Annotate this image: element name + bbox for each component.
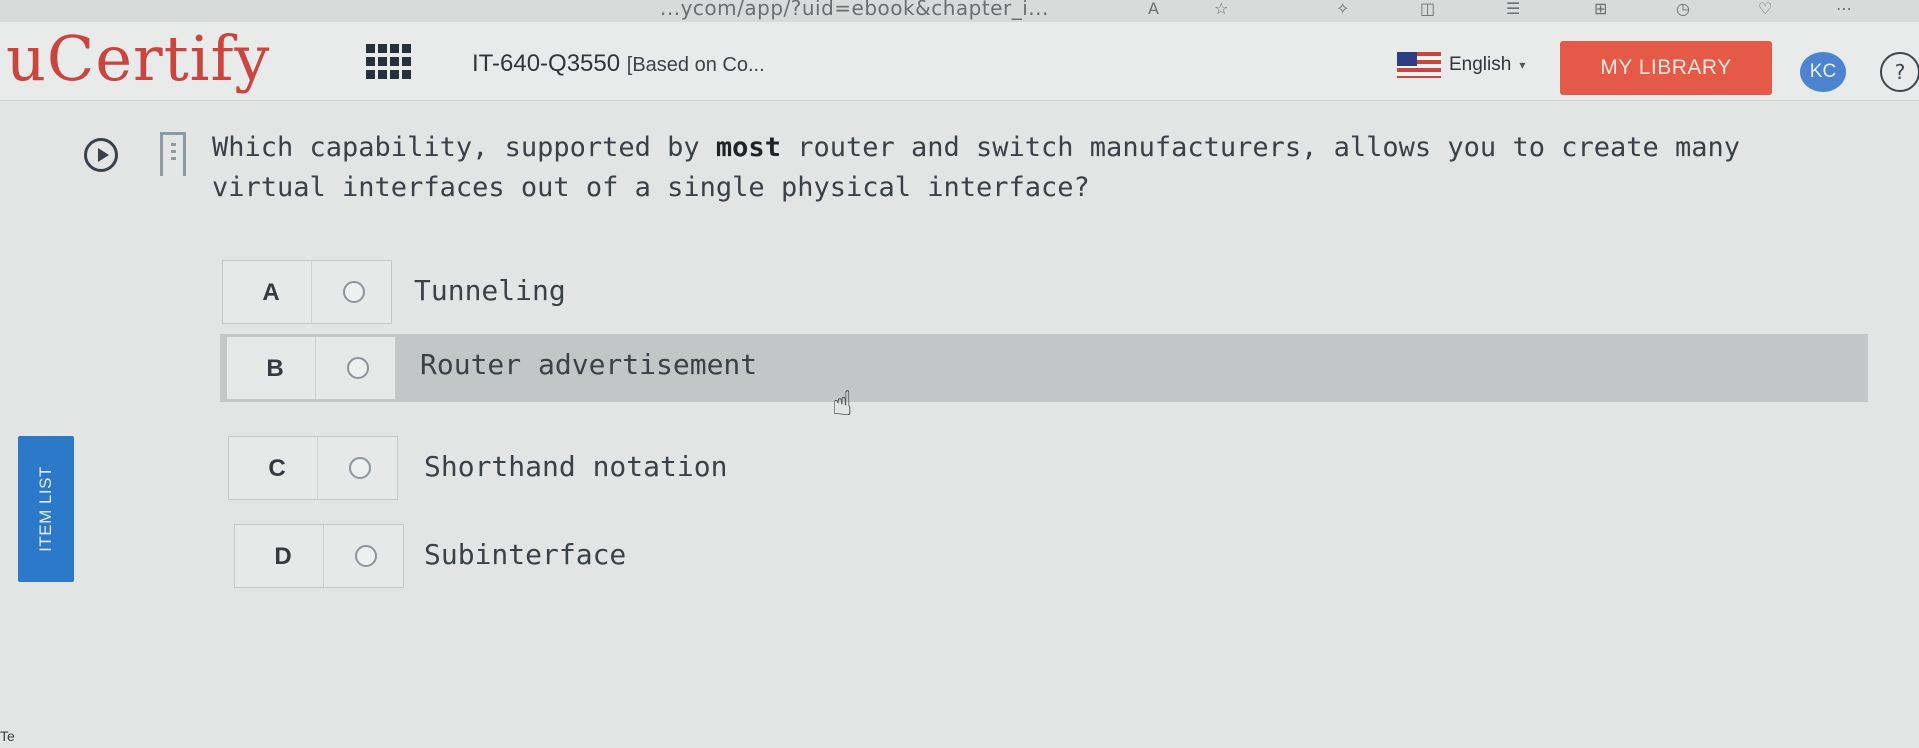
collections-icon[interactable]: ⊞	[1594, 0, 1607, 18]
option-selector[interactable]: B	[226, 336, 396, 400]
option-text[interactable]: Shorthand notation	[424, 450, 727, 483]
radio-button[interactable]	[349, 457, 371, 479]
option-letter: C	[268, 455, 286, 482]
language-selector[interactable]: English ▾	[1397, 52, 1525, 78]
option-a[interactable]: A Tunneling	[222, 260, 922, 324]
option-selector[interactable]: A	[222, 260, 392, 324]
user-avatar[interactable]: KC	[1800, 52, 1846, 92]
address-bar-text[interactable]: ...ycom/app/?uid=ebook&chapter_i...	[660, 0, 1049, 20]
chevron-down-icon: ▾	[1519, 58, 1526, 72]
app-header: uCertify IT-640-Q3550 [Based on Co... En…	[0, 22, 1919, 101]
option-text[interactable]: Router advertisement	[420, 348, 757, 381]
radio-button[interactable]	[355, 545, 377, 567]
language-label: English	[1449, 54, 1512, 75]
item-list-label: ITEM LIST	[36, 466, 55, 552]
us-flag-icon	[1397, 52, 1441, 78]
radio-button[interactable]	[347, 357, 369, 379]
course-title[interactable]: IT-640-Q3550 [Based on Co...	[472, 50, 765, 78]
browser-essentials-icon[interactable]: ♡	[1758, 0, 1772, 18]
course-subtitle: [Based on Co...	[626, 54, 765, 76]
bookmark-icon[interactable]	[160, 132, 186, 176]
favorites-list-icon[interactable]: ☰	[1506, 0, 1520, 18]
my-library-button[interactable]: MY LIBRARY	[1560, 41, 1772, 95]
split-screen-icon[interactable]: ◫	[1420, 0, 1435, 18]
item-list-tab[interactable]: ITEM LIST	[18, 436, 74, 582]
extensions-icon[interactable]: ✧	[1336, 0, 1349, 18]
question-emphasis: most	[715, 132, 781, 163]
option-letter: B	[266, 355, 284, 382]
question-text: Which capability, supported by most rout…	[212, 132, 1741, 203]
radio-button[interactable]	[343, 281, 365, 303]
apps-grid-icon[interactable]	[366, 44, 412, 80]
option-selector[interactable]: C	[228, 436, 398, 500]
course-code: IT-640-Q3550	[472, 50, 621, 77]
option-d[interactable]: D Subinterface	[234, 524, 934, 588]
option-c[interactable]: C Shorthand notation	[228, 436, 928, 500]
option-letter: A	[262, 279, 280, 306]
browser-toolbar: ...ycom/app/?uid=ebook&chapter_i... A ☆ …	[0, 0, 1919, 23]
option-b[interactable]: B Router advertisement	[220, 334, 1868, 402]
help-icon[interactable]: ?	[1880, 52, 1919, 92]
more-icon[interactable]: ⋯	[1836, 0, 1852, 18]
hand-cursor-icon: ☝	[832, 384, 853, 424]
edge-text-fragment: Te	[0, 728, 15, 744]
history-icon[interactable]: ◷	[1676, 0, 1690, 18]
ucertify-logo[interactable]: uCertify	[6, 24, 270, 94]
option-letter: D	[274, 543, 292, 570]
play-audio-icon[interactable]	[84, 138, 118, 172]
option-text[interactable]: Subinterface	[424, 538, 626, 571]
font-icon[interactable]: A	[1148, 0, 1159, 18]
favorite-star-icon[interactable]: ☆	[1214, 0, 1228, 18]
option-selector[interactable]: D	[234, 524, 404, 588]
option-text[interactable]: Tunneling	[414, 274, 566, 307]
